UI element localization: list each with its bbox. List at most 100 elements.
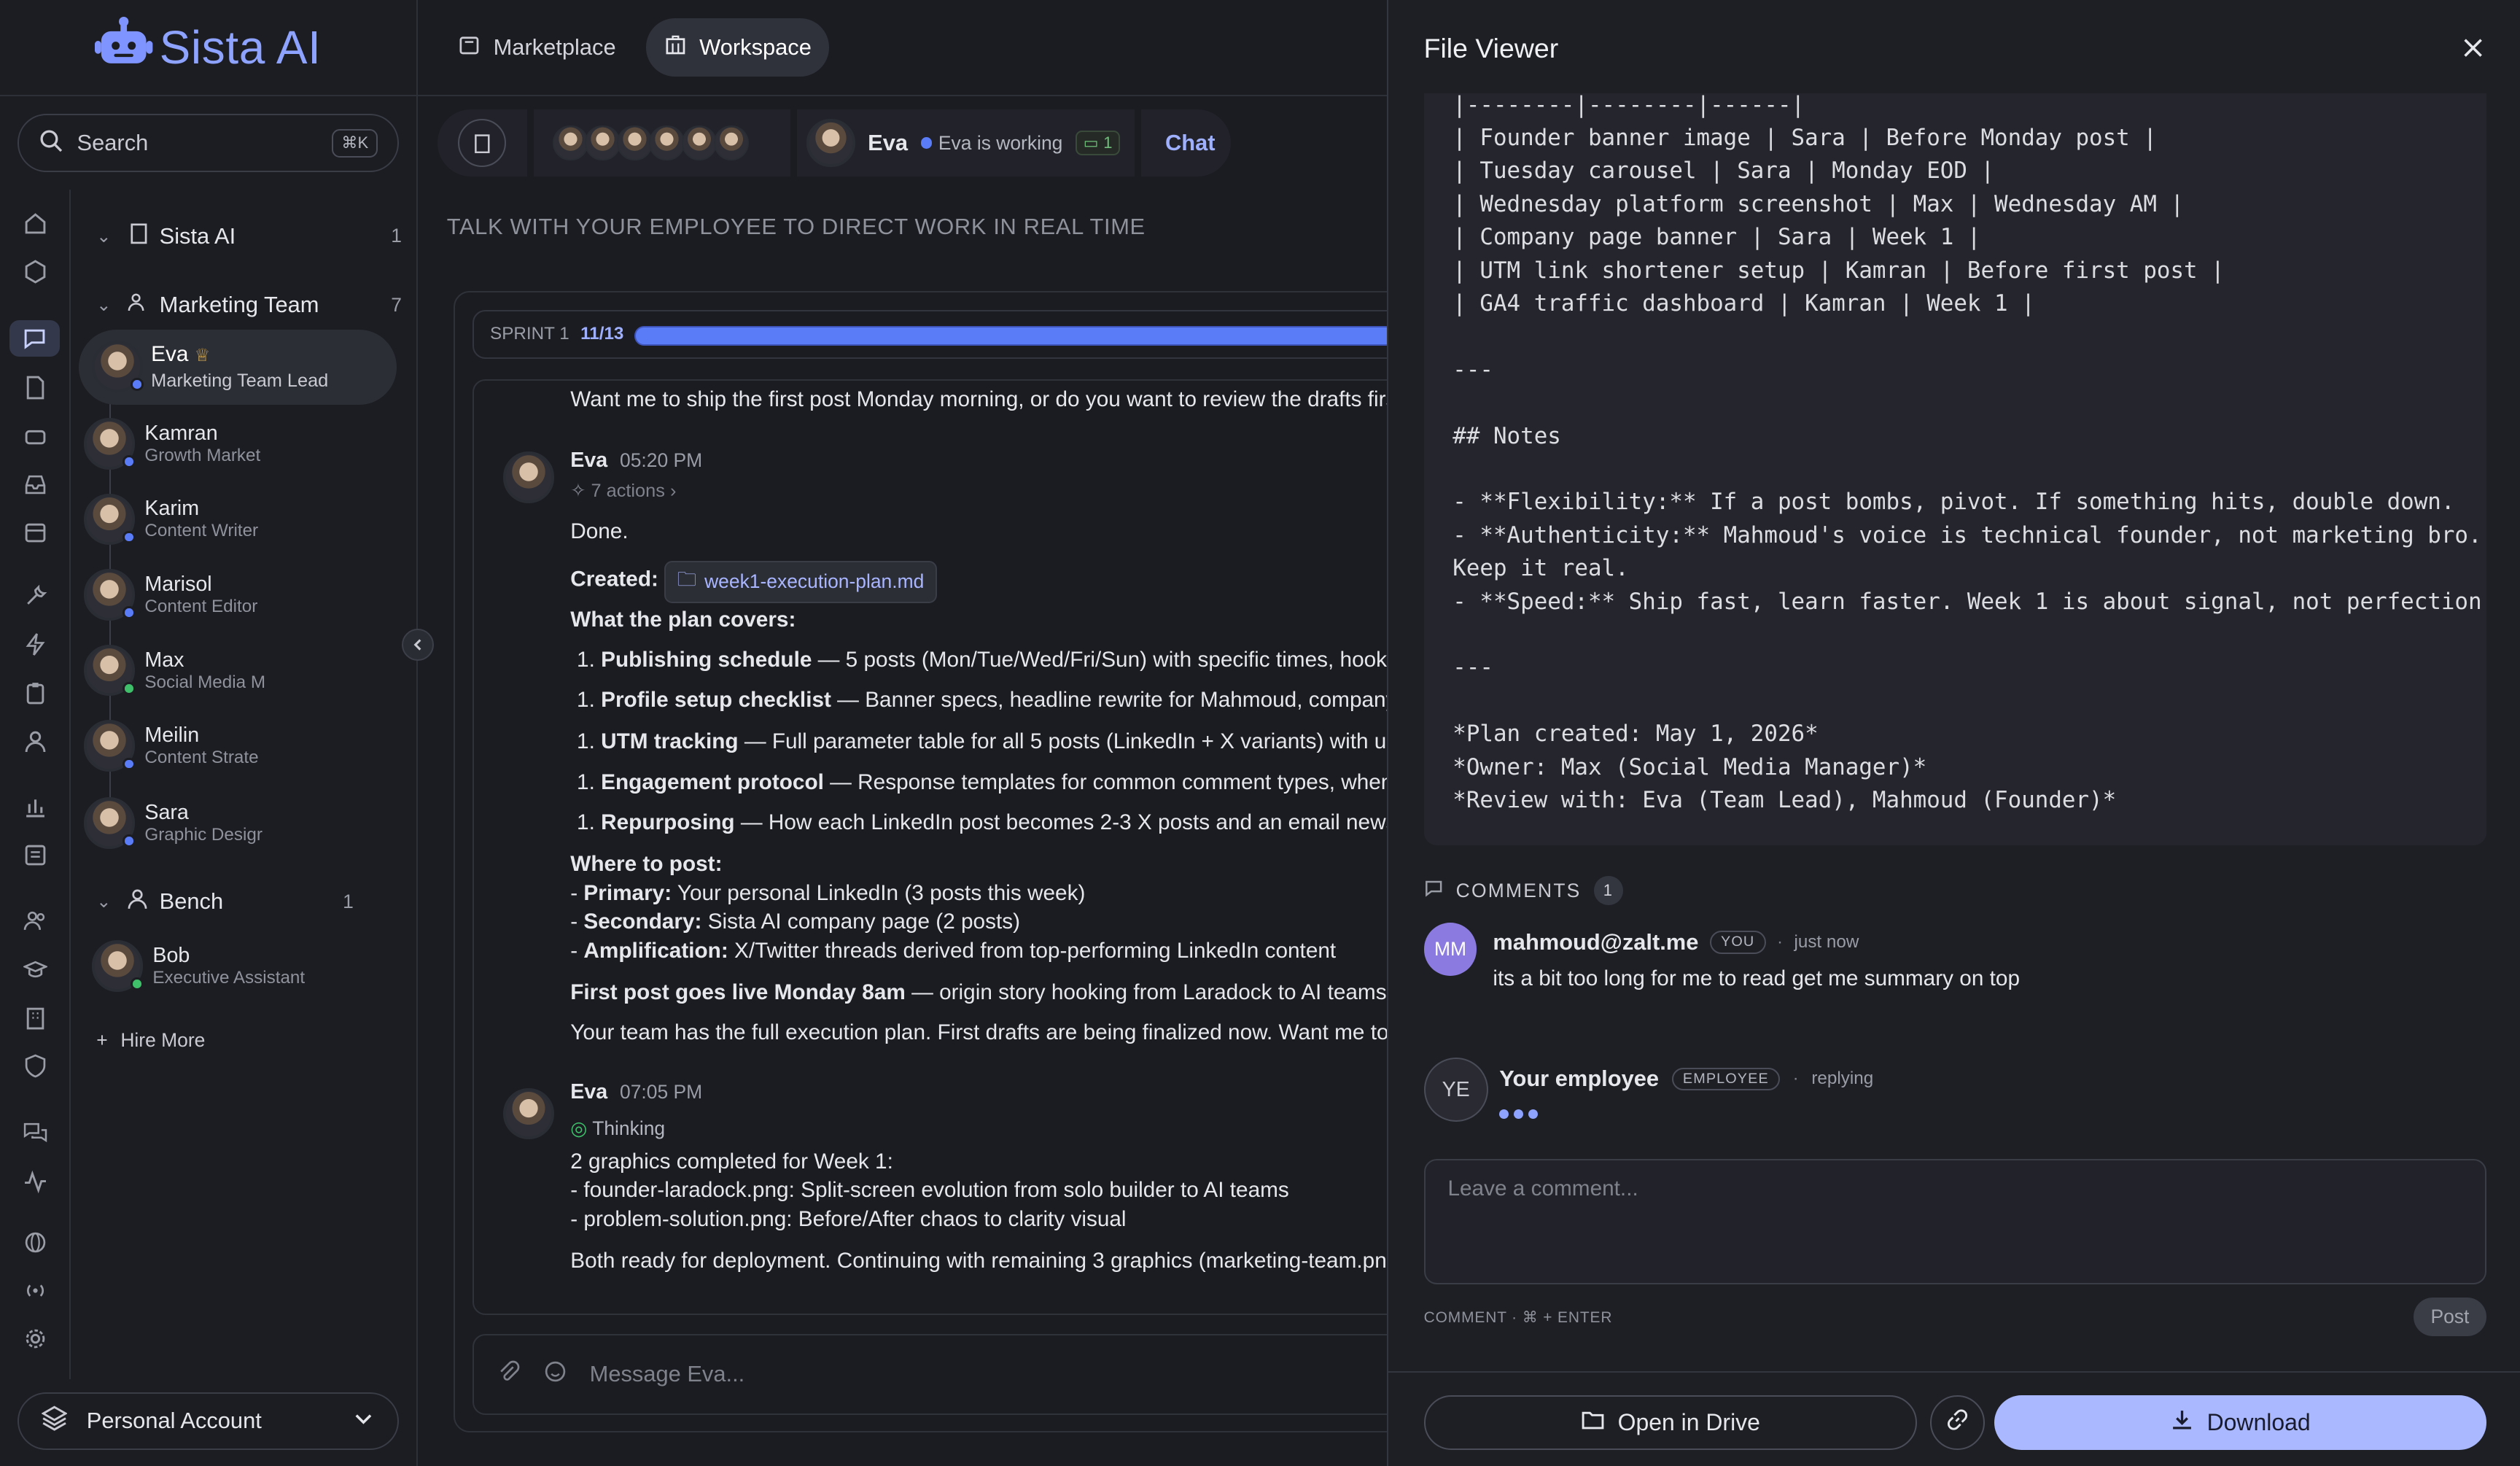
drive-icon[interactable] (21, 421, 50, 450)
globe-icon[interactable] (21, 1228, 50, 1257)
graduation-cap-icon[interactable] (21, 955, 50, 984)
store-icon (458, 34, 481, 62)
box-icon[interactable] (21, 257, 50, 287)
plan-item: 1. Profile setup checklist — Banner spec… (577, 688, 1405, 713)
account-switcher[interactable]: Personal Account (18, 1392, 399, 1451)
gear-icon[interactable] (21, 1325, 50, 1354)
tree-item-marisol[interactable]: Marisol Content Editor (83, 569, 341, 621)
member-role: Social Media M (144, 672, 266, 692)
viewer-footer: Open in Drive Download (1388, 1371, 2520, 1466)
message-input[interactable]: Message Eva... (590, 1361, 745, 1387)
sprint-progress[interactable]: SPRINT 1 11/13 (472, 310, 1407, 359)
agent-name: Eva (868, 130, 909, 156)
tab-label: Marketplace (493, 34, 616, 61)
breadcrumb-team-avatars[interactable] (533, 109, 791, 177)
open-in-drive-button[interactable]: Open in Drive (1423, 1395, 1918, 1450)
avatar: MM (1423, 923, 1477, 976)
breadcrumb-agent[interactable]: Eva Eva is working ▭ 1 (797, 109, 1135, 177)
icon-rail (0, 190, 71, 1380)
avatar (83, 797, 136, 849)
plan-item: 1. Engagement protocol — Response templa… (577, 769, 1405, 794)
clipboard-icon[interactable] (21, 678, 50, 707)
calendar-icon[interactable] (21, 518, 50, 547)
logo[interactable]: Sista AI (0, 0, 417, 97)
tree-bench[interactable]: ⌄ Bench 1 (96, 888, 354, 916)
document-icon[interactable] (21, 373, 50, 402)
comments-header: COMMENTS 1 (1424, 876, 1623, 905)
employee-status: replying (1811, 1069, 1874, 1089)
file-viewer-panel: File Viewer |--------|--------|------| | … (1387, 0, 2520, 1466)
bench-count: 1 (343, 890, 354, 912)
breadcrumb-chat[interactable]: Chat (1140, 109, 1232, 177)
member-role: Growth Market (144, 445, 261, 465)
tree-team-marketing[interactable]: ⌄ Marketing Team 7 (96, 291, 402, 319)
code-line: |--------|--------|------| (1452, 93, 1805, 118)
employee-reply-header: Your employee EMPLOYEE · replying (1499, 1066, 1873, 1092)
avatar (502, 451, 555, 503)
tree-item-bob[interactable]: Bob Executive Assistant (91, 940, 381, 992)
building-icon (664, 34, 687, 62)
chevron-down-icon (352, 1407, 375, 1435)
chat-icon[interactable] (9, 319, 60, 357)
messages-icon[interactable] (21, 1119, 50, 1148)
breadcrumb-home[interactable] (437, 109, 527, 177)
bar-chart-icon[interactable] (21, 793, 50, 822)
actions-toggle[interactable]: ✧ 7 actions › (570, 479, 676, 502)
message-composer[interactable]: Message Eva... (472, 1334, 1405, 1415)
tree-item-max[interactable]: Max Social Media M (83, 644, 341, 697)
comment-author: mahmoud@zalt.me (1493, 928, 1699, 955)
tree-org-sista-ai[interactable]: ⌄ Sista AI 1 (96, 222, 402, 250)
paperclip-icon[interactable] (497, 1360, 521, 1389)
emoji-icon[interactable] (543, 1360, 567, 1389)
tree-item-eva[interactable]: Eva ♕ Marketing Team Lead (79, 329, 397, 406)
inbox-icon[interactable] (21, 470, 50, 499)
search-icon (39, 128, 63, 158)
home-icon[interactable] (21, 209, 50, 238)
tree-item-sara[interactable]: Sara Graphic Desigr (83, 797, 341, 849)
post-button[interactable]: Post (2414, 1297, 2486, 1336)
activity-icon[interactable] (21, 1167, 50, 1196)
member-role: Content Writer (144, 521, 259, 541)
tree-item-kamran[interactable]: Kamran Growth Market (83, 418, 341, 470)
member-role: Graphic Desigr (144, 824, 262, 845)
task-count: 1 (1103, 133, 1113, 152)
account-label: Personal Account (86, 1408, 262, 1434)
building-icon[interactable] (21, 1003, 50, 1032)
tree-item-karim[interactable]: Karim Content Writer (83, 493, 341, 546)
broadcast-icon[interactable] (21, 1276, 50, 1306)
hire-more-button[interactable]: + Hire More (96, 1029, 205, 1052)
ledger-icon[interactable] (21, 841, 50, 870)
file-chip[interactable]: 🗀 week1-execution-plan.md (664, 561, 937, 603)
tab-workspace[interactable]: Workspace (646, 18, 830, 77)
close-icon[interactable] (2460, 35, 2486, 67)
comment-input[interactable]: Leave a comment... (1423, 1159, 2486, 1285)
search-input[interactable]: Search ⌘K (18, 114, 399, 172)
avatar (649, 125, 685, 161)
tree-item-meilin[interactable]: Meilin Content Strate (83, 720, 341, 772)
comments-count: 1 (1594, 876, 1623, 905)
message-text: Both ready for deployment. Continuing wi… (570, 1249, 1405, 1273)
page-subtitle: TALK WITH YOUR EMPLOYEE TO DIRECT WORK I… (446, 214, 1146, 240)
copy-link-button[interactable] (1929, 1395, 1985, 1450)
comment-icon (1424, 878, 1443, 902)
agent-status: Eva is working (938, 131, 1063, 154)
collapse-sidebar-button[interactable] (402, 628, 435, 661)
user-icon[interactable] (21, 726, 50, 756)
message-text: Done. (570, 519, 629, 543)
download-button[interactable]: Download (1994, 1395, 2486, 1450)
link-icon (1945, 1408, 1969, 1438)
sprint-progress-bar (634, 326, 1407, 346)
shield-icon[interactable] (21, 1051, 50, 1080)
member-role: Executive Assistant (152, 968, 306, 988)
message-text: First post goes live Monday 8am — origin… (570, 980, 1393, 1005)
search-label: Search (77, 130, 149, 156)
tab-marketplace[interactable]: Marketplace (440, 18, 634, 76)
people-icon[interactable] (21, 907, 50, 936)
plus-icon: + (96, 1028, 108, 1051)
layers-icon (41, 1405, 69, 1437)
separator: · (1792, 1069, 1799, 1089)
plan-item: 1. Repurposing — How each LinkedIn post … (577, 810, 1405, 834)
lightning-icon[interactable] (21, 630, 50, 659)
wrench-icon[interactable] (21, 582, 50, 611)
avatar (91, 341, 144, 392)
